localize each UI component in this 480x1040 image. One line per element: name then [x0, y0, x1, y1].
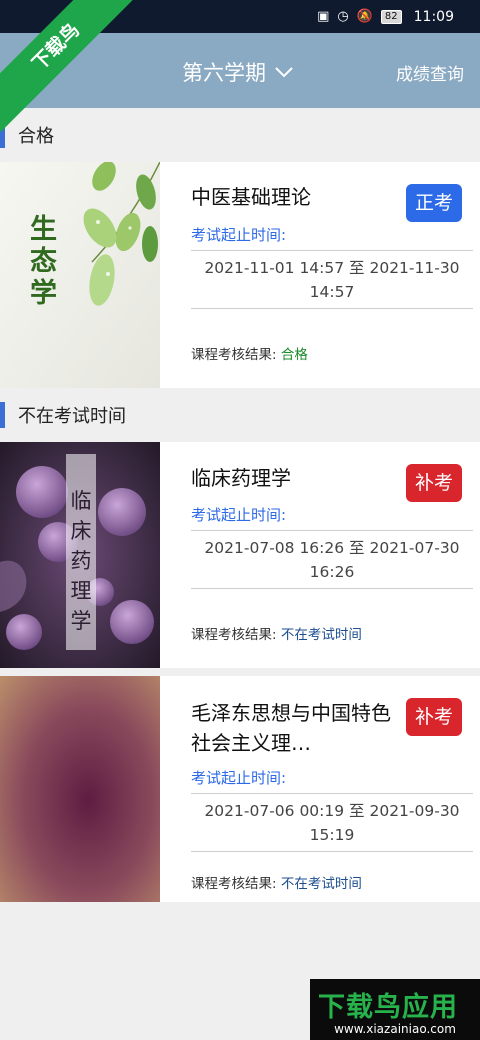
exam-type-badge: 补考 — [406, 464, 462, 502]
watermark-logo: 下载鸟应用 — [318, 992, 458, 1023]
status-icons: ▣ ◷ 🔕 82 11:09 — [317, 0, 454, 33]
grade-query-button[interactable]: 成绩查询 — [396, 60, 464, 85]
course-cover-image: 临床药理学 — [0, 442, 160, 668]
course-cover-title: 生态学 — [30, 214, 57, 309]
exam-time-label: 考试起止时间: — [191, 769, 287, 787]
chevron-down-icon — [274, 66, 294, 78]
result-label: 课程考核结果: — [191, 347, 277, 363]
course-card[interactable]: 毛泽东思想与中国特色社会主义理… 补考 考试起止时间: 2021-07-06 0… — [0, 676, 480, 902]
course-cover-image: 生态学 — [0, 162, 160, 388]
course-card[interactable]: 临床药理学 临床药理学 补考 考试起止时间: 2021-07-08 16:26 … — [0, 442, 480, 668]
exam-type-badge: 正考 — [406, 184, 462, 222]
exam-time-range: 2021-07-06 00:19 至 2021-09-30 15:19 — [191, 793, 473, 852]
section-accent-bar — [0, 402, 5, 428]
exam-time-range: 2021-07-08 16:26 至 2021-07-30 16:26 — [191, 530, 473, 589]
section-header-not-in-exam-time: 不在考试时间 — [0, 388, 480, 442]
course-result: 课程考核结果: 合格 — [191, 343, 308, 363]
clock: 11:09 — [413, 8, 454, 25]
exam-time-range: 2021-11-01 14:57 至 2021-11-30 14:57 — [191, 250, 473, 309]
exam-time-label: 考试起止时间: — [191, 226, 287, 244]
status-bar: ▣ ◷ 🔕 82 11:09 — [0, 0, 480, 33]
section-title: 合格 — [18, 126, 54, 147]
course-name: 毛泽东思想与中国特色社会主义理… — [191, 701, 391, 755]
mute-icon: 🔕 — [356, 9, 373, 24]
course-result: 课程考核结果: 不在考试时间 — [191, 623, 362, 643]
course-card[interactable]: 生态学 中医基础理论 正考 考试起止时间: 2021-11-01 14:57 至… — [0, 162, 480, 388]
course-name: 临床药理学 — [191, 466, 291, 490]
alarm-icon: ◷ — [337, 9, 349, 24]
section-accent-bar — [0, 122, 5, 148]
section-header-passed: 合格 — [0, 108, 480, 162]
exam-type-badge: 补考 — [406, 698, 462, 736]
result-value: 不在考试时间 — [280, 627, 362, 643]
result-label: 课程考核结果: — [191, 876, 277, 892]
exam-time-label: 考试起止时间: — [191, 506, 287, 524]
bottom-watermark: 下载鸟应用 www.xiazainiao.com — [310, 979, 480, 1040]
course-cover-title: 临床药理学 — [70, 489, 92, 633]
battery-icon: 82 — [380, 9, 402, 24]
term-selector[interactable]: 第六学期 — [182, 57, 294, 87]
watermark-url: www.xiazainiao.com — [334, 1022, 456, 1036]
course-result: 课程考核结果: 不在考试时间 — [191, 872, 362, 892]
course-cover-image — [0, 676, 160, 902]
term-label: 第六学期 — [182, 61, 266, 85]
section-title: 不在考试时间 — [18, 406, 126, 427]
result-label: 课程考核结果: — [191, 627, 277, 643]
nfc-icon: ▣ — [317, 9, 330, 24]
app-header: 第六学期 成绩查询 — [0, 33, 480, 108]
result-value: 不在考试时间 — [280, 876, 362, 892]
result-value: 合格 — [280, 347, 308, 363]
course-name: 中医基础理论 — [191, 185, 311, 209]
